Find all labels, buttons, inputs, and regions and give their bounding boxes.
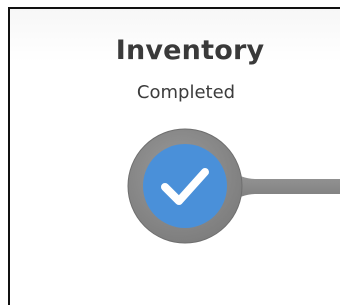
step-connector bbox=[230, 169, 340, 204]
step-panel: Inventory Completed bbox=[8, 7, 340, 305]
step-indicator bbox=[127, 128, 340, 244]
step-node bbox=[143, 144, 227, 228]
